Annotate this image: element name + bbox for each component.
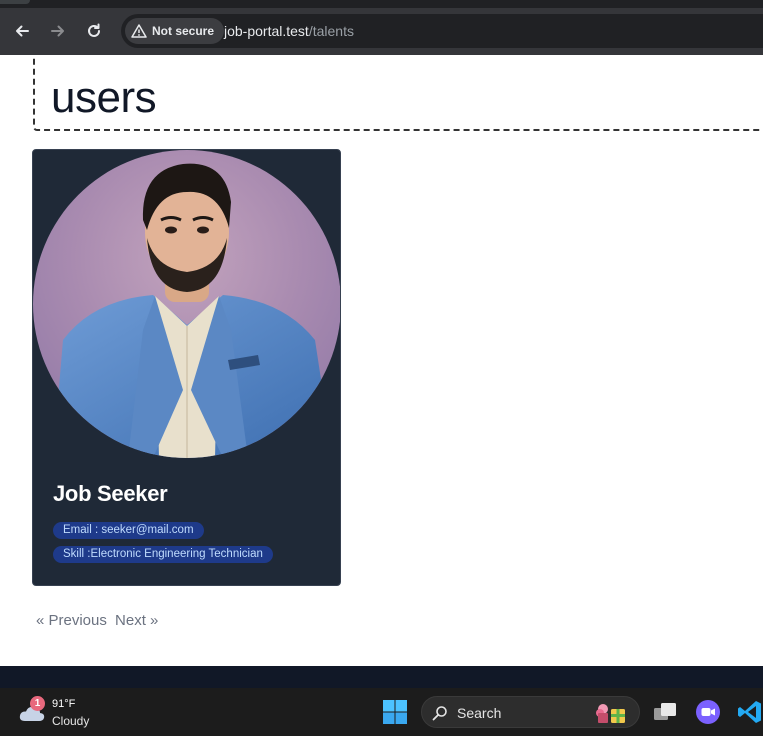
reload-button[interactable] xyxy=(81,18,107,44)
url-path: /talents xyxy=(308,23,354,39)
heading-container: users xyxy=(33,55,763,131)
temperature: 91°F xyxy=(52,698,76,710)
pagination: « Previous Next » xyxy=(36,612,162,629)
windows-logo-icon[interactable] xyxy=(382,699,408,725)
site-security-chip[interactable]: Not secure xyxy=(125,18,225,44)
address-bar[interactable]: Not secure job-portal.test/talents xyxy=(121,14,763,48)
profile-photo xyxy=(33,150,340,458)
url-text: job-portal.test/talents xyxy=(224,23,354,39)
back-button[interactable] xyxy=(9,18,35,44)
page-title: users xyxy=(51,73,157,122)
person-illustration xyxy=(53,163,333,458)
weather-condition: Cloudy xyxy=(52,714,90,728)
chat-icon[interactable] xyxy=(695,699,721,725)
arrow-right-icon xyxy=(51,25,64,37)
vscode-icon[interactable] xyxy=(737,699,763,725)
page-footer xyxy=(0,666,763,688)
taskbar-search[interactable]: Search xyxy=(421,696,640,728)
taskbar: 1 91°F Cloudy Search xyxy=(0,688,763,736)
security-label: Not secure xyxy=(152,24,215,38)
page-content: users Job Seeker Email: seeker@mail.com… xyxy=(0,55,763,666)
browser-tab[interactable] xyxy=(0,0,30,4)
warning-triangle-icon xyxy=(131,24,147,38)
weather-alert-badge: 1 xyxy=(30,696,45,711)
browser-tab-strip xyxy=(0,0,763,8)
previous-link[interactable]: « Previous xyxy=(36,612,107,629)
browser-toolbar: Not secure job-portal.test/talents xyxy=(0,8,763,55)
skill-badge: Skill :Electronic Engineering Technician xyxy=(53,546,273,563)
talent-name: Job Seeker xyxy=(53,481,168,506)
talent-card: Job Seeker Email : seeker@mail.com Skill… xyxy=(32,149,341,586)
forward-button[interactable] xyxy=(45,18,71,44)
arrow-left-icon xyxy=(16,25,29,37)
task-view-icon[interactable] xyxy=(652,699,678,725)
url-host: job-portal.test xyxy=(224,23,309,39)
next-link[interactable]: Next » xyxy=(115,612,158,629)
search-label: Search xyxy=(457,705,502,721)
search-highlight-icon xyxy=(596,704,625,723)
reload-icon xyxy=(88,23,100,37)
email-badge: Email : seeker@mail.com xyxy=(53,522,204,539)
search-icon xyxy=(432,706,447,721)
